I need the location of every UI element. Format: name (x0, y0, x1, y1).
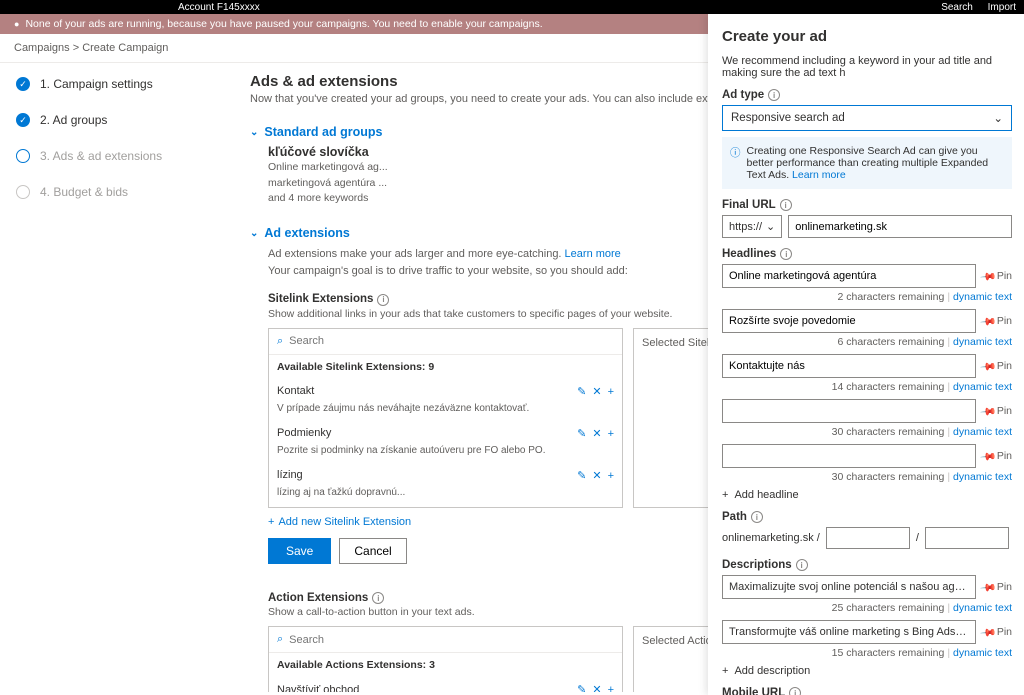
path-label: Pathi (722, 511, 1012, 523)
headline-5-input[interactable] (722, 444, 976, 468)
descriptions-label: Descriptionsi (722, 559, 1012, 571)
top-bar: Account F145xxxx Search Import (0, 0, 1024, 14)
learn-more-link[interactable]: Learn more (565, 248, 621, 260)
remove-icon[interactable]: ✕ (592, 470, 601, 482)
step-ad-groups[interactable]: 2. Ad groups (16, 113, 220, 127)
edit-icon[interactable]: ✎ (577, 386, 586, 398)
headline-3-input[interactable] (722, 354, 976, 378)
ad-type-label: Ad typei (722, 89, 1012, 101)
path-1-input[interactable] (826, 527, 910, 549)
rsa-tip-box: ⓘCreating one Responsive Search Ad can g… (722, 137, 1012, 189)
dynamic-text-link[interactable]: dynamic text (953, 647, 1012, 659)
panel-recommendation: We recommend including a keyword in your… (722, 55, 1012, 79)
search-icon: ⌕ (277, 335, 283, 348)
remove-icon[interactable]: ✕ (592, 428, 601, 440)
action-available-box: ⌕ Available Actions Extensions: 3 Navští… (268, 626, 623, 692)
pin-icon: 📌 (979, 578, 997, 596)
breadcrumb-campaigns[interactable]: Campaigns (14, 42, 70, 54)
headline-4-input[interactable] (722, 399, 976, 423)
steps-sidebar: 1. Campaign settings 2. Ad groups 3. Ads… (0, 63, 230, 692)
description-1-input[interactable]: Maximalizujte svoj online potenciál s na… (722, 575, 976, 599)
headline-1-input[interactable] (722, 264, 976, 288)
info-icon[interactable]: i (768, 89, 780, 101)
mobile-url-label: Mobile URLi (722, 687, 1012, 695)
learn-more-link[interactable]: Learn more (792, 169, 846, 181)
final-url-input[interactable] (788, 215, 1012, 238)
account-label: Account F145xxxx (178, 2, 260, 13)
add-icon[interactable]: + (608, 428, 614, 440)
step-budget-bids[interactable]: 4. Budget & bids (16, 185, 220, 199)
info-icon[interactable]: i (751, 511, 763, 523)
add-icon[interactable]: + (608, 386, 614, 398)
pin-icon: 📌 (979, 447, 997, 465)
step-ads-extensions[interactable]: 3. Ads & ad extensions (16, 149, 220, 163)
add-icon[interactable]: + (608, 684, 614, 692)
pin-icon: 📌 (979, 402, 997, 420)
add-description-button[interactable]: Add description (722, 665, 1012, 677)
alert-text: None of your ads are running, because yo… (25, 18, 542, 30)
action-search-input[interactable] (289, 634, 614, 646)
headline-2-input[interactable] (722, 309, 976, 333)
dynamic-text-link[interactable]: dynamic text (953, 336, 1012, 348)
panel-title: Create your ad (722, 28, 1012, 45)
pin-button[interactable]: 📌Pin (982, 575, 1012, 599)
search-icon: ⌕ (277, 633, 283, 646)
sitelink-item[interactable]: Podmienky✎✕+ (269, 421, 622, 444)
sitelink-cancel-button[interactable]: Cancel (339, 538, 406, 564)
info-icon[interactable]: i (789, 687, 801, 695)
sitelink-save-button[interactable]: Save (268, 538, 331, 564)
chevron-down-icon: ⌄ (250, 127, 258, 138)
pin-button[interactable]: 📌Pin (982, 354, 1012, 378)
chevron-down-icon: ⌄ (993, 111, 1003, 125)
add-icon[interactable]: + (608, 470, 614, 482)
nav-import[interactable]: Import (988, 2, 1016, 13)
path-domain: onlinemarketing.sk / (722, 532, 820, 544)
create-ad-panel: Create your ad We recommend including a … (708, 14, 1024, 695)
info-icon[interactable]: i (372, 592, 384, 604)
info-icon[interactable]: i (796, 559, 808, 571)
sitelink-search-input[interactable] (289, 335, 614, 347)
pin-button[interactable]: 📌Pin (982, 399, 1012, 423)
dynamic-text-link[interactable]: dynamic text (953, 426, 1012, 438)
pin-icon: 📌 (979, 312, 997, 330)
sitelink-item[interactable]: lízing✎✕+ (269, 463, 622, 486)
pin-icon: 📌 (979, 267, 997, 285)
step-campaign-settings[interactable]: 1. Campaign settings (16, 77, 220, 91)
add-headline-button[interactable]: Add headline (722, 489, 1012, 501)
pin-icon: 📌 (979, 623, 997, 641)
path-2-input[interactable] (925, 527, 1009, 549)
ad-type-select[interactable]: Responsive search ad⌄ (722, 105, 1012, 131)
info-icon[interactable]: i (780, 199, 792, 211)
dynamic-text-link[interactable]: dynamic text (953, 471, 1012, 483)
remove-icon[interactable]: ✕ (592, 386, 601, 398)
sitelink-available-box: ⌕ Available Sitelink Extensions: 9 Konta… (268, 328, 623, 508)
final-url-label: Final URLi (722, 199, 1012, 211)
chevron-down-icon: ⌄ (250, 228, 258, 239)
remove-icon[interactable]: ✕ (592, 684, 601, 692)
sitelink-item[interactable]: Kontakt✎✕+ (269, 379, 622, 402)
edit-icon[interactable]: ✎ (577, 428, 586, 440)
pin-button[interactable]: 📌Pin (982, 620, 1012, 644)
info-icon: ⓘ (730, 145, 741, 181)
edit-icon[interactable]: ✎ (577, 684, 586, 692)
dynamic-text-link[interactable]: dynamic text (953, 602, 1012, 614)
pin-button[interactable]: 📌Pin (982, 264, 1012, 288)
description-2-input[interactable]: Transformujte váš online marketing s Bin… (722, 620, 976, 644)
action-item[interactable]: Navštíviť obchod✎✕+ (269, 677, 622, 692)
dynamic-text-link[interactable]: dynamic text (953, 291, 1012, 303)
headlines-label: Headlinesi (722, 248, 1012, 260)
info-icon[interactable]: i (780, 248, 792, 260)
protocol-select[interactable]: https://⌄ (722, 215, 782, 238)
dynamic-text-link[interactable]: dynamic text (953, 381, 1012, 393)
edit-icon[interactable]: ✎ (577, 470, 586, 482)
chevron-down-icon: ⌄ (766, 220, 775, 233)
pin-icon: 📌 (979, 357, 997, 375)
pin-button[interactable]: 📌Pin (982, 309, 1012, 333)
nav-search[interactable]: Search (941, 2, 973, 13)
pin-button[interactable]: 📌Pin (982, 444, 1012, 468)
info-icon[interactable]: i (377, 294, 389, 306)
breadcrumb-current: Create Campaign (82, 42, 168, 54)
